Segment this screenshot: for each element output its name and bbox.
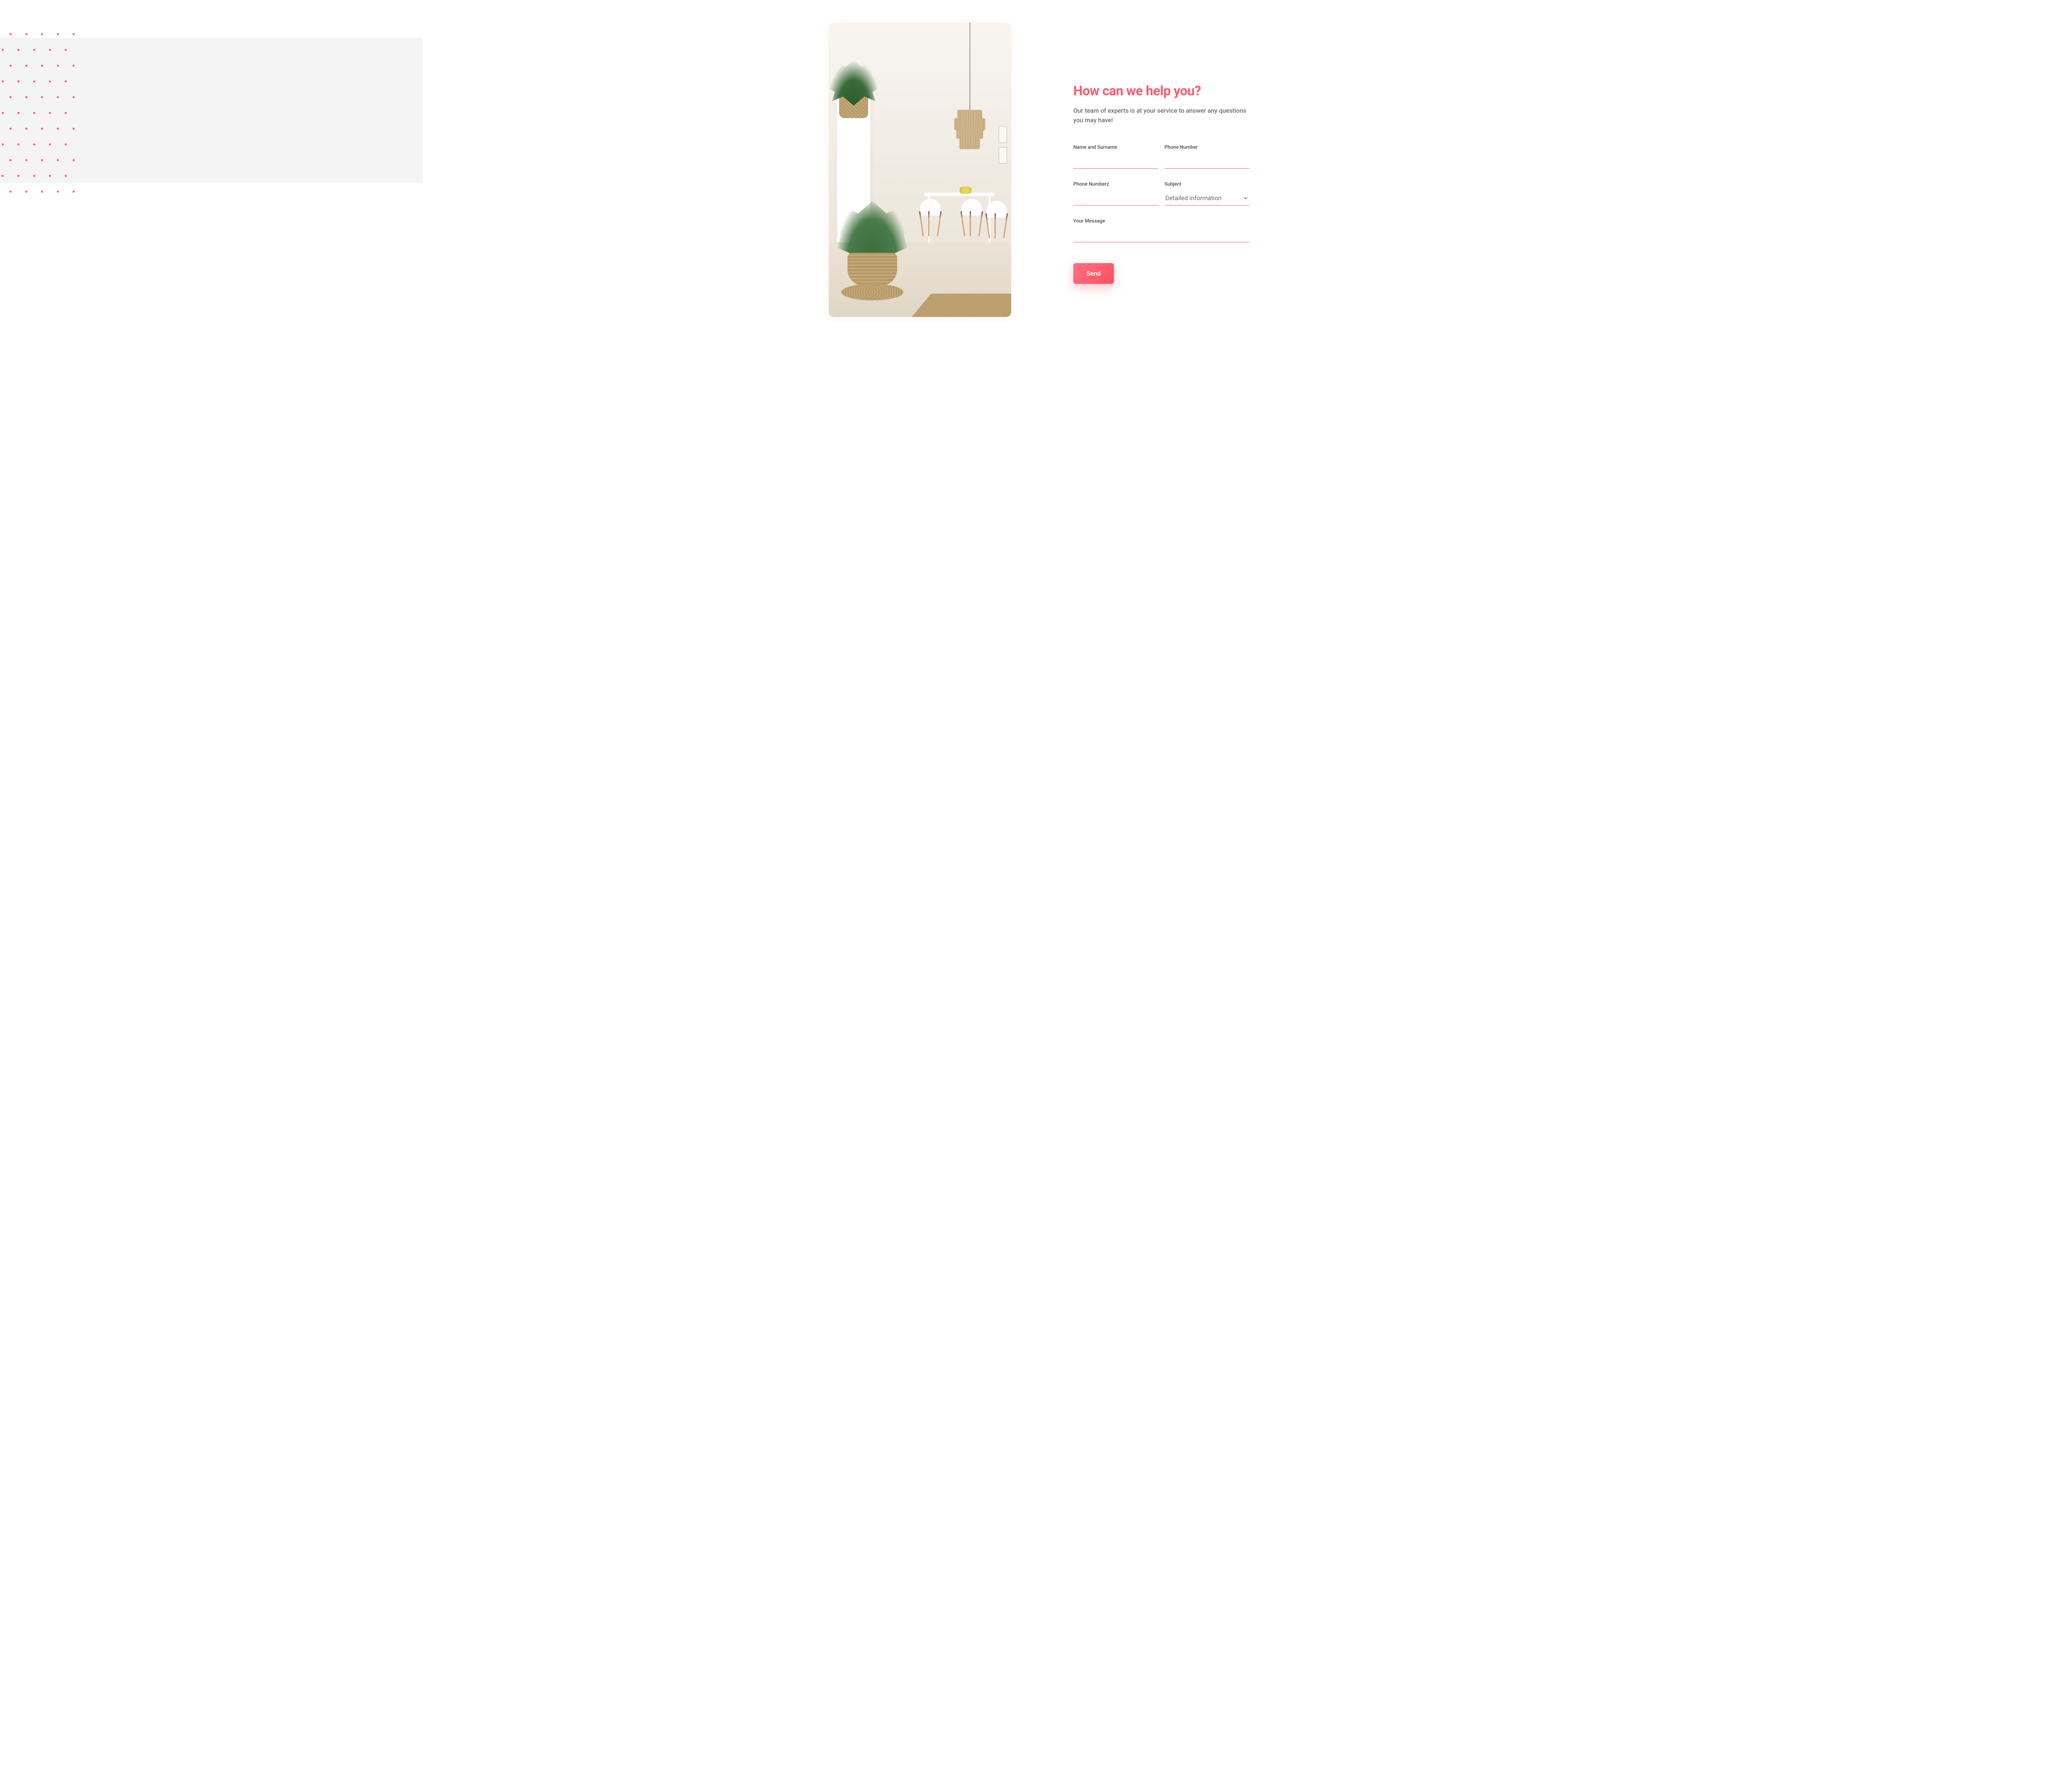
phone1-group: Phone Number [1164,144,1249,169]
content-container: How can we help you? Our team of experts… [738,0,1334,317]
name-group: Name and Surname [1073,144,1158,169]
form-row-1: Name and Surname Phone Number [1073,144,1249,169]
form-subtitle: Our team of experts is at your service t… [1073,106,1249,126]
phone2-group: Phone Numberz [1073,181,1158,206]
form-row-2: Phone Numberz Subject Detailed informati… [1073,181,1249,206]
send-button[interactable]: Send [1073,263,1114,284]
subject-select[interactable]: Detailed information [1164,191,1249,206]
name-input[interactable] [1073,154,1158,169]
form-heading: How can we help you? [1073,83,1249,99]
hero-image [829,23,1011,317]
phone1-input[interactable] [1164,154,1249,169]
phone2-label: Phone Numberz [1073,181,1158,187]
message-group: Your Message [1073,218,1249,242]
page-wrapper: (function(){ const container = document.… [0,0,2072,1790]
contact-form-section: How can we help you? Our team of experts… [1073,23,1249,317]
subject-group: Subject Detailed information [1164,181,1249,206]
message-input[interactable] [1073,228,1249,242]
subject-label: Subject [1164,181,1249,187]
name-label: Name and Surname [1073,144,1158,150]
dots-decoration: (function(){ const container = document.… [0,33,79,199]
phone1-label: Phone Number [1164,144,1249,150]
message-label: Your Message [1073,218,1249,224]
phone2-input[interactable] [1073,191,1158,206]
room-illustration [829,23,1011,317]
